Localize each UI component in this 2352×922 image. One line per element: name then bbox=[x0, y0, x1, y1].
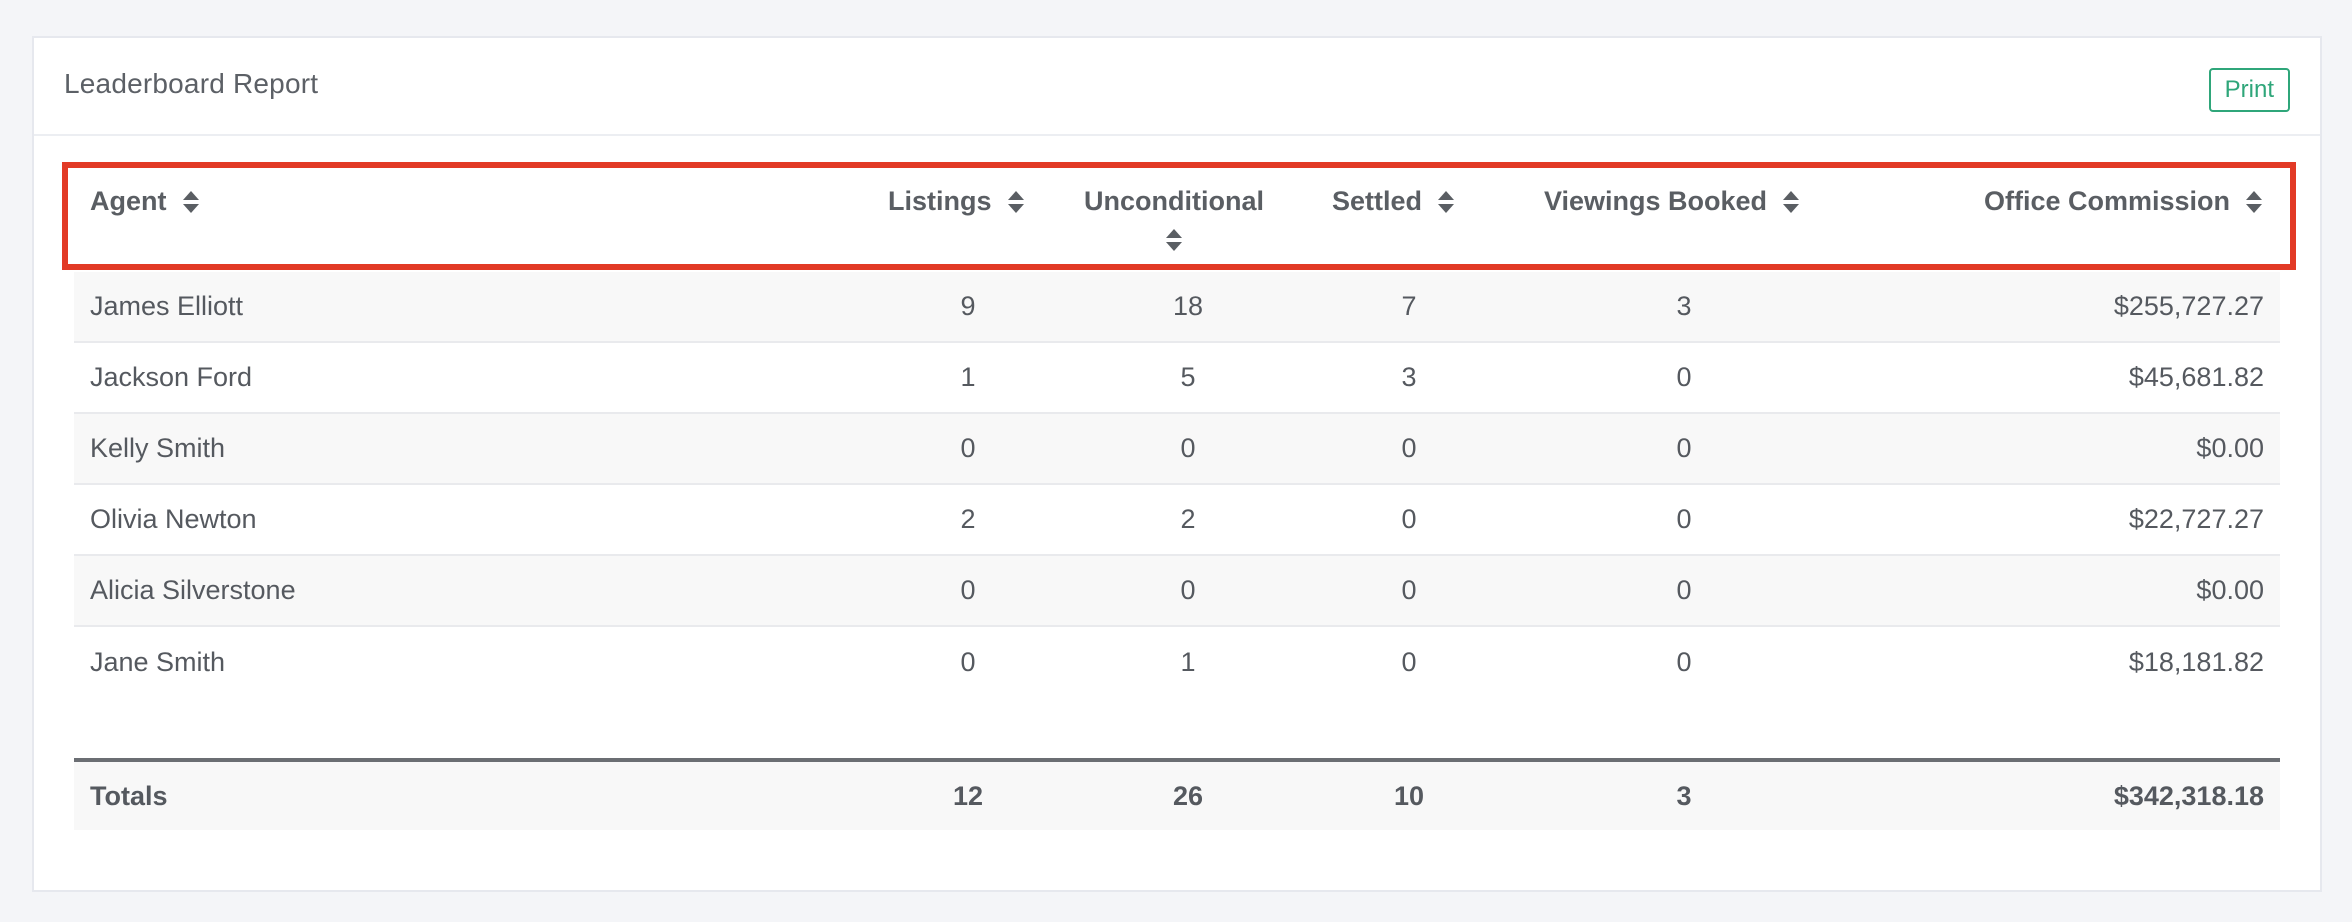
table-row: Alicia Silverstone 0 0 0 0 $0.00 bbox=[74, 556, 2280, 627]
sort-icon[interactable] bbox=[1165, 229, 1182, 251]
cell-listings: 0 bbox=[960, 433, 976, 463]
sort-icon[interactable] bbox=[1438, 190, 1455, 213]
cell-listings: 9 bbox=[960, 291, 976, 321]
table-row: Jane Smith 0 1 0 0 $18,181.82 bbox=[74, 627, 2280, 698]
sort-icon[interactable] bbox=[1007, 190, 1024, 213]
cell-agent: James Elliott bbox=[90, 291, 244, 321]
header-settled[interactable]: Settled bbox=[1332, 186, 1455, 217]
cell-unconditional: 18 bbox=[1172, 291, 1204, 321]
cell-listings: 2 bbox=[960, 504, 976, 534]
cell-settled: 0 bbox=[1401, 575, 1417, 605]
header-listings-label: Listings bbox=[888, 186, 992, 216]
header-agent[interactable]: Agent bbox=[90, 186, 199, 217]
total-viewings: 3 bbox=[1676, 780, 1692, 811]
table-body: James Elliott 9 18 7 3 $255,727.27 Jacks… bbox=[74, 272, 2280, 830]
total-listings: 12 bbox=[952, 780, 984, 811]
header-unconditional-label: Unconditional bbox=[1084, 186, 1264, 216]
header-viewings-booked[interactable]: Viewings Booked bbox=[1544, 186, 1800, 217]
totals-row: Totals 12 26 10 3 $342,318.18 bbox=[74, 758, 2280, 830]
cell-listings: 0 bbox=[960, 575, 976, 605]
header-viewings-label: Viewings Booked bbox=[1544, 186, 1768, 216]
cell-agent: Alicia Silverstone bbox=[90, 575, 296, 605]
cell-commission: $22,727.27 bbox=[2128, 504, 2264, 534]
cell-commission: $0.00 bbox=[2196, 575, 2264, 605]
cell-viewings: 0 bbox=[1676, 362, 1692, 392]
cell-unconditional: 5 bbox=[1180, 362, 1196, 392]
cell-commission: $18,181.82 bbox=[2128, 647, 2264, 677]
cell-viewings: 3 bbox=[1676, 291, 1692, 321]
total-commission: $342,318.18 bbox=[2113, 780, 2264, 811]
cell-commission: $255,727.27 bbox=[2113, 291, 2264, 321]
total-unconditional: 26 bbox=[1172, 780, 1204, 811]
cell-settled: 3 bbox=[1401, 362, 1417, 392]
cell-settled: 0 bbox=[1401, 647, 1417, 677]
cell-settled: 0 bbox=[1401, 504, 1417, 534]
cell-unconditional: 0 bbox=[1180, 433, 1196, 463]
header-settled-label: Settled bbox=[1332, 186, 1423, 216]
cell-listings: 1 bbox=[960, 362, 976, 392]
table-row: Kelly Smith 0 0 0 0 $0.00 bbox=[74, 414, 2280, 485]
panel-header: Leaderboard Report Print bbox=[34, 38, 2320, 136]
sort-icon[interactable] bbox=[2246, 190, 2263, 213]
cell-agent: Olivia Newton bbox=[90, 504, 257, 534]
cell-viewings: 0 bbox=[1676, 575, 1692, 605]
cell-agent: Kelly Smith bbox=[90, 433, 226, 463]
table-row: Jackson Ford 1 5 3 0 $45,681.82 bbox=[74, 343, 2280, 414]
header-agent-label: Agent bbox=[90, 186, 167, 216]
sort-icon[interactable] bbox=[1783, 190, 1800, 213]
total-settled: 10 bbox=[1393, 780, 1425, 811]
header-office-commission[interactable]: Office Commission bbox=[1984, 186, 2263, 217]
page-title: Leaderboard Report bbox=[64, 68, 319, 99]
cell-settled: 0 bbox=[1401, 433, 1417, 463]
cell-listings: 0 bbox=[960, 647, 976, 677]
cell-commission: $0.00 bbox=[2196, 433, 2264, 463]
table-row: James Elliott 9 18 7 3 $255,727.27 bbox=[74, 272, 2280, 343]
header-listings[interactable]: Listings bbox=[888, 186, 1024, 217]
cell-unconditional: 1 bbox=[1180, 647, 1196, 677]
cell-agent: Jackson Ford bbox=[90, 362, 253, 392]
totals-spacer bbox=[74, 698, 2280, 758]
cell-unconditional: 2 bbox=[1180, 504, 1196, 534]
totals-label: Totals bbox=[90, 780, 168, 811]
cell-viewings: 0 bbox=[1676, 504, 1692, 534]
sort-icon[interactable] bbox=[182, 190, 199, 213]
cell-settled: 7 bbox=[1401, 291, 1417, 321]
cell-unconditional: 0 bbox=[1180, 575, 1196, 605]
cell-viewings: 0 bbox=[1676, 433, 1692, 463]
cell-viewings: 0 bbox=[1676, 647, 1692, 677]
header-unconditional[interactable]: Unconditional bbox=[1084, 186, 1264, 251]
cell-agent: Jane Smith bbox=[90, 647, 226, 677]
header-commission-label: Office Commission bbox=[1984, 186, 2231, 216]
print-button[interactable]: Print bbox=[2208, 68, 2290, 112]
cell-commission: $45,681.82 bbox=[2128, 362, 2264, 392]
table-row: Olivia Newton 2 2 0 0 $22,727.27 bbox=[74, 485, 2280, 556]
